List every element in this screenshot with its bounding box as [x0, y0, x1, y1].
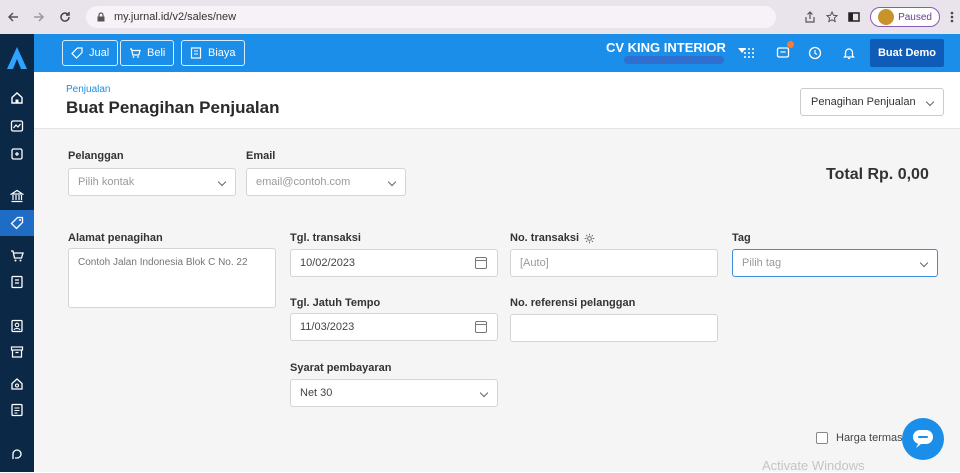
cash-bank-icon[interactable] — [7, 144, 27, 164]
live-chat-button[interactable] — [902, 418, 944, 460]
chevron-down-icon — [387, 177, 397, 187]
paused-label: Paused — [898, 11, 932, 23]
cart-icon — [130, 48, 141, 58]
home-icon[interactable] — [7, 88, 27, 108]
clock-icon[interactable] — [806, 44, 824, 62]
transaction-no-field[interactable]: [Auto] — [510, 249, 718, 277]
bookmark-star-icon[interactable] — [826, 11, 839, 23]
breadcrumb[interactable]: Penjualan — [66, 84, 110, 95]
email-label: Email — [246, 150, 276, 162]
messages-icon[interactable] — [774, 41, 794, 62]
chevron-down-icon — [919, 258, 929, 268]
customer-ref-input[interactable] — [510, 314, 718, 342]
profile-avatar — [878, 9, 895, 25]
company-subtitle-redacted — [624, 56, 724, 64]
assets-icon[interactable] — [7, 374, 27, 394]
url-text: my.jurnal.id/v2/sales/new — [114, 11, 237, 23]
buat-demo-button[interactable]: Buat Demo — [870, 39, 944, 67]
price-incl-tax-row[interactable]: Harga termasuk — [816, 432, 914, 444]
transaction-type-value: Penagihan Penjualan — [811, 96, 916, 108]
company-name[interactable]: CV KING INTERIOR — [606, 40, 726, 55]
biaya-button[interactable]: Biaya — [181, 40, 245, 66]
sales-nav-icon[interactable] — [0, 210, 34, 236]
transaction-no-value: [Auto] — [520, 257, 549, 269]
customer-select[interactable]: Pilih kontak — [68, 168, 236, 196]
expense-nav-icon[interactable] — [7, 272, 27, 292]
payment-terms-select[interactable]: Net 30 — [290, 379, 498, 407]
due-date-label: Tgl. Jatuh Tempo — [290, 297, 381, 309]
tag-label: Tag — [732, 232, 751, 244]
notification-dot — [787, 41, 794, 48]
page-title: Buat Penagihan Penjualan — [66, 98, 280, 117]
bell-icon[interactable] — [840, 44, 858, 62]
lock-icon — [97, 12, 105, 22]
transaction-no-label: No. transaksi — [510, 232, 580, 244]
chat-icon — [913, 430, 933, 448]
bank-icon[interactable] — [7, 186, 27, 206]
calendar-icon[interactable] — [475, 321, 487, 333]
payment-terms-value: Net 30 — [300, 387, 333, 399]
chevron-down-icon — [925, 97, 935, 107]
jual-button[interactable]: Jual — [62, 40, 119, 66]
transaction-date-label: Tgl. transaksi — [290, 232, 361, 244]
forward-icon[interactable] — [30, 8, 48, 26]
transaction-type-select[interactable]: Penagihan Penjualan — [800, 88, 944, 116]
share-icon[interactable] — [804, 11, 816, 23]
back-icon[interactable] — [4, 8, 22, 26]
contacts-icon[interactable] — [7, 316, 27, 336]
gear-icon[interactable] — [584, 233, 595, 244]
due-date-value: 11/03/2023 — [300, 321, 355, 333]
customer-ref-label: No. referensi pelanggan — [510, 297, 636, 309]
profile-paused-button[interactable]: Paused — [870, 7, 940, 27]
customer-placeholder: Pilih kontak — [78, 176, 135, 188]
billing-address-textarea[interactable] — [68, 248, 276, 308]
browser-toolbar: my.jurnal.id/v2/sales/new Paused — [0, 0, 960, 34]
due-date-field[interactable]: 11/03/2023 — [290, 313, 498, 341]
purchase-nav-icon[interactable] — [7, 246, 27, 266]
payment-terms-label: Syarat pembayaran — [290, 362, 392, 374]
app-logo[interactable] — [0, 34, 34, 82]
beli-button[interactable]: Beli — [120, 40, 175, 66]
address-bar[interactable]: my.jurnal.id/v2/sales/new — [86, 6, 776, 28]
transaction-date-field[interactable]: 10/02/2023 — [290, 249, 498, 277]
transaction-date-value: 10/02/2023 — [300, 257, 356, 269]
accounts-list-icon[interactable] — [7, 400, 27, 420]
products-icon[interactable] — [7, 342, 27, 362]
browser-actions: Paused — [804, 6, 960, 28]
email-field[interactable]: email@contoh.com — [246, 168, 406, 196]
tab-search-icon[interactable] — [848, 11, 860, 23]
email-placeholder: email@contoh.com — [256, 176, 351, 188]
more-menu-icon[interactable] — [950, 11, 954, 23]
jual-label: Jual — [89, 47, 110, 59]
transaction-no-label-row: No. transaksi — [510, 232, 595, 244]
activate-windows-watermark: Activate Windows — [762, 458, 865, 473]
apps-grid-icon[interactable] — [740, 44, 758, 62]
reports-icon[interactable] — [7, 116, 27, 136]
total-amount: Total Rp. 0,00 — [826, 166, 929, 183]
calendar-icon[interactable] — [475, 257, 487, 269]
app-topbar: Jual Beli Biaya CV KING INTERIOR Buat De… — [34, 34, 960, 72]
tag-select[interactable]: Pilih tag — [732, 249, 938, 277]
beli-label: Beli — [147, 47, 166, 59]
chevron-down-icon — [479, 388, 489, 398]
tag-placeholder: Pilih tag — [742, 257, 782, 269]
billing-address-label: Alamat penagihan — [68, 232, 163, 244]
customer-label: Pelanggan — [68, 150, 124, 162]
tag-icon — [71, 47, 83, 59]
price-incl-tax-checkbox[interactable] — [816, 432, 828, 444]
reload-icon[interactable] — [56, 8, 74, 26]
chat-support-icon[interactable] — [7, 444, 27, 464]
chevron-down-icon — [217, 177, 227, 187]
biaya-label: Biaya — [208, 47, 236, 59]
receipt-icon — [190, 47, 202, 59]
sidebar — [0, 34, 34, 472]
